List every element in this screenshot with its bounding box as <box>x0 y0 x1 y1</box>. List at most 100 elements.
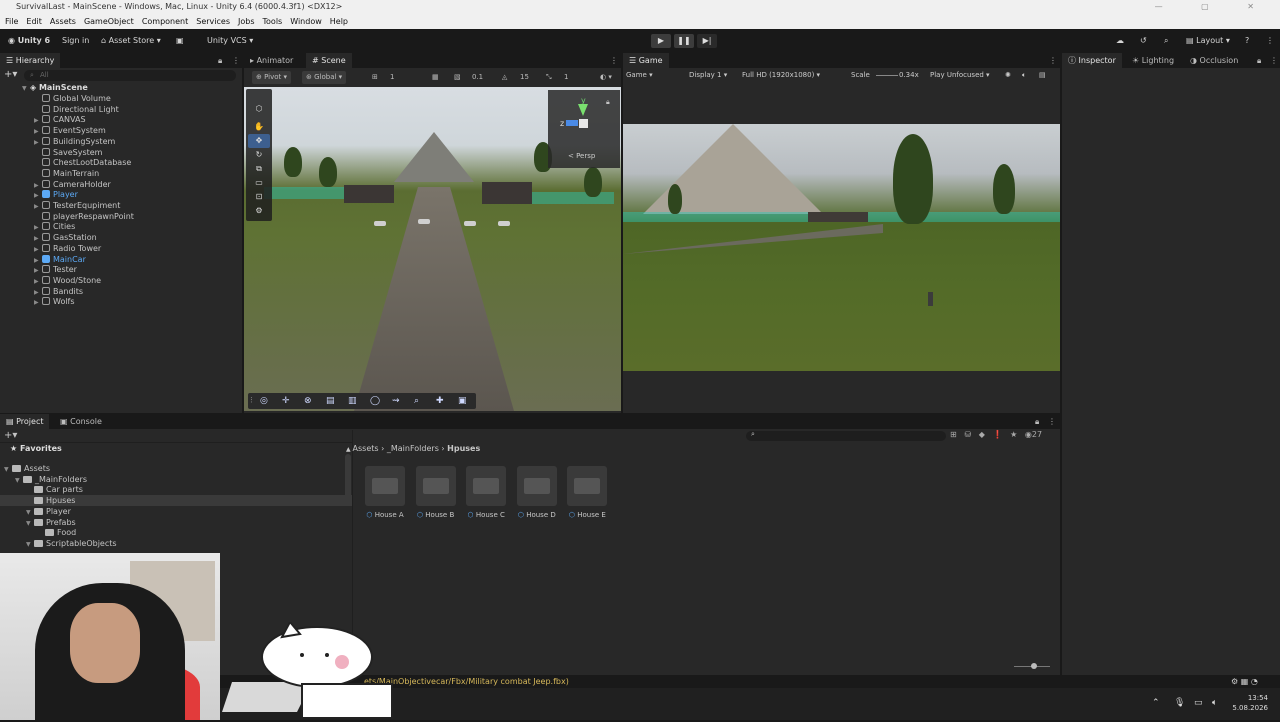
custom-tool-icon[interactable]: ⚙ <box>248 204 270 218</box>
project-folder-item[interactable]: ▼ Prefabs <box>0 517 352 528</box>
global-toggle[interactable]: ⊛ Global ▾ <box>302 71 347 84</box>
tab-animator[interactable]: ▸ Animator <box>244 53 299 68</box>
orientation-gizmo[interactable]: y z 🔒︎ < Persp <box>548 90 620 168</box>
breadcrumb-hpuses[interactable]: Hpuses <box>447 444 480 453</box>
create-asset-button[interactable]: +▾ <box>4 430 17 441</box>
package-icon[interactable]: ▣ <box>172 34 188 48</box>
scale-tool-icon[interactable]: ⧉ <box>248 162 270 176</box>
menu-help[interactable]: Help <box>330 17 348 26</box>
expand-arrow-icon[interactable]: ▶ <box>34 297 42 308</box>
increment-snap-icon[interactable]: ▧ <box>454 69 461 86</box>
info-icon[interactable]: ❗ <box>992 430 1002 439</box>
draw-mode-icon[interactable]: ◐ ▾ <box>600 69 612 86</box>
more-icon[interactable]: ⋮ <box>1049 53 1057 68</box>
filter-by-label-icon[interactable]: ⛁ <box>964 430 971 439</box>
hierarchy-item[interactable]: Directional Light <box>34 104 119 115</box>
slider-handle[interactable] <box>1031 663 1037 669</box>
hierarchy-item[interactable]: ChestLootDatabase <box>34 157 131 168</box>
search-icon[interactable]: ⌕ <box>1160 34 1172 48</box>
lock-icon[interactable]: 🔒︎ <box>218 53 222 68</box>
menu-file[interactable]: File <box>5 17 18 26</box>
project-folder-item[interactable]: ▼ _MainFolders <box>0 474 352 485</box>
menu-services[interactable]: Services <box>196 17 230 26</box>
angle-value[interactable]: 15 <box>520 69 529 86</box>
display-dropdown[interactable]: Display 1 ▾ <box>689 69 727 82</box>
project-folder-item[interactable]: Food <box>0 527 352 538</box>
asset-tile[interactable]: ⬡ House A <box>364 466 406 519</box>
tab-occlusion[interactable]: ◑ Occlusion <box>1184 53 1244 68</box>
hierarchy-item[interactable]: ▶ CANVAS <box>34 114 86 125</box>
tray-chevron-icon[interactable]: ⌃ <box>1152 698 1160 708</box>
hierarchy-item[interactable]: Global Volume <box>34 93 111 104</box>
filter-by-type-icon[interactable]: ⊞ <box>950 430 957 439</box>
hierarchy-item[interactable]: ▶ Bandits <box>34 286 83 297</box>
more-icon[interactable]: ⋮ <box>1262 34 1278 48</box>
overlay-tool-7-icon[interactable]: ⇝ <box>392 393 400 409</box>
scale-value[interactable]: 1 <box>564 69 568 86</box>
hierarchy-item[interactable]: ▶ Radio Tower <box>34 243 101 254</box>
hierarchy-item[interactable]: ▶ TesterEqupiment <box>34 200 120 211</box>
game-viewport[interactable] <box>623 124 1060 371</box>
window-controls[interactable]: — ▢ ✕ <box>1155 0 1272 14</box>
gizmo-lock-icon[interactable]: 🔒︎ <box>606 98 610 107</box>
project-folder-item[interactable]: Car parts <box>0 484 352 495</box>
favorites-header[interactable]: ★ Favorites <box>10 443 62 454</box>
menu-edit[interactable]: Edit <box>26 17 42 26</box>
hierarchy-item[interactable]: playerRespawnPoint <box>34 211 134 222</box>
hierarchy-item[interactable]: ▶ Tester <box>34 264 77 275</box>
game-mode-dropdown[interactable]: Game ▾ <box>626 69 653 82</box>
status-icons[interactable]: ⚙ ▦ ◔ <box>1231 675 1258 688</box>
project-folder-item[interactable]: ▼ ScriptableObjects <box>0 538 352 549</box>
project-folder-item[interactable]: ▼ Assets <box>0 463 352 474</box>
rotation-snap-icon[interactable]: ◬ <box>502 69 507 86</box>
menu-assets[interactable]: Assets <box>50 17 76 26</box>
more-icon[interactable]: ⋮ <box>1270 53 1278 68</box>
hierarchy-item[interactable]: ▶ MainCar <box>34 254 86 265</box>
menu-window[interactable]: Window <box>290 17 322 26</box>
add-object-button[interactable]: +▾ <box>4 69 17 81</box>
tab-lighting[interactable]: ☀ Lighting <box>1126 53 1180 68</box>
asset-store-button[interactable]: ⌂ Asset Store ▾ <box>97 34 165 48</box>
snap-value[interactable]: 0.1 <box>472 69 483 86</box>
overlay-tool-3-icon[interactable]: ⊗ <box>304 393 312 409</box>
hierarchy-item[interactable]: ▶ BuildingSystem <box>34 136 115 147</box>
menu-component[interactable]: Component <box>142 17 188 26</box>
scrollbar[interactable] <box>345 454 351 502</box>
overlay-tool-1-icon[interactable]: ◎ <box>260 393 268 409</box>
hierarchy-search-input[interactable]: ⌕ All <box>24 70 236 81</box>
overlay-tool-9-icon[interactable]: ✚ <box>436 393 444 409</box>
sign-in-button[interactable]: Sign in <box>58 34 93 48</box>
favorite-star-icon[interactable]: ★ <box>1010 430 1017 439</box>
scene-root[interactable]: ▼ ◈ MainScene <box>22 82 88 93</box>
layout-dropdown[interactable]: ▤ Layout ▾ <box>1182 34 1234 48</box>
cloud-icon[interactable]: ☁ <box>1112 34 1128 48</box>
tab-scene[interactable]: # Scene <box>306 53 352 68</box>
play-button[interactable]: ▶ <box>651 34 671 48</box>
mute-icon[interactable]: 🔈︎ <box>1022 69 1026 82</box>
tab-game[interactable]: ☰ Game <box>623 53 669 68</box>
display-icon[interactable]: ▭ <box>1194 698 1203 708</box>
expand-arrow-icon[interactable]: ▼ <box>26 539 34 550</box>
grid-visibility-icon[interactable]: ▦ <box>432 69 439 86</box>
project-folder-item[interactable]: ▼ Player <box>0 506 352 517</box>
overlay-tool-2-icon[interactable]: ✛ <box>282 393 290 409</box>
clock-date[interactable]: 5.08.2026 <box>1228 704 1268 712</box>
play-mode-dropdown[interactable]: Play Unfocused ▾ <box>930 69 990 82</box>
asset-tile[interactable]: ⬡ House E <box>566 466 608 519</box>
volume-icon[interactable]: 🔈︎ <box>1212 698 1217 708</box>
lock-icon[interactable]: 🔒︎ <box>1257 53 1261 68</box>
hierarchy-item[interactable]: ▶ Wolfs <box>34 296 75 307</box>
perspective-label[interactable]: < Persp <box>568 152 595 160</box>
more-icon[interactable]: ⋮ <box>1048 414 1056 429</box>
overlay-tool-10-icon[interactable]: ▣ <box>458 393 467 409</box>
move-tool-icon[interactable]: ✥ <box>248 134 270 148</box>
tab-console[interactable]: ▣ Console <box>54 414 108 429</box>
menu-tools[interactable]: Tools <box>263 17 283 26</box>
menu-gameobject[interactable]: GameObject <box>84 17 134 26</box>
status-message[interactable]: ets/MainObjectivecar/Fbx/Military combat… <box>364 675 569 688</box>
history-icon[interactable]: ↺ <box>1136 34 1151 48</box>
more-icon[interactable]: ⋮ <box>610 53 618 68</box>
hierarchy-item[interactable]: MainTerrain <box>34 168 99 179</box>
hierarchy-item[interactable]: ▶ Wood/Stone <box>34 275 101 286</box>
asset-tile[interactable]: ⬡ House C <box>465 466 507 519</box>
